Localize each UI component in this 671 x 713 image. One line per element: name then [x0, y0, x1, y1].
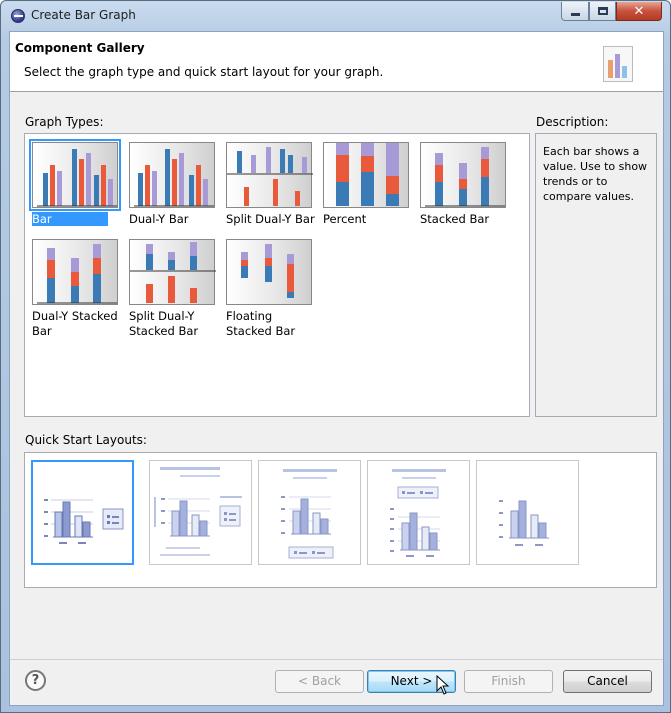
split-dual-y-stacked-bar-chart-icon [129, 239, 216, 305]
close-icon: ✕ [633, 3, 645, 19]
finish-button[interactable]: Finish [464, 670, 553, 693]
dual-y-bar-chart-icon [129, 142, 215, 208]
quick-start-layouts [24, 452, 657, 588]
page-description: Select the graph type and quick start la… [24, 65, 384, 79]
percent-bar-chart-icon [323, 142, 409, 208]
layout-chart-only[interactable] [476, 460, 579, 565]
graph-types-label: Graph Types: [25, 115, 104, 129]
graph-type-label: Stacked Bar [420, 212, 490, 226]
stacked-bar-chart-icon [420, 142, 506, 208]
dialog-body: Component Gallery Select the graph type … [9, 31, 664, 706]
description-label: Description: [536, 115, 609, 129]
split-dual-y-bar-chart-icon [226, 142, 313, 208]
graph-type-label: Split Dual-Y Bar [226, 212, 315, 226]
minimize-icon [570, 12, 580, 16]
maximize-button[interactable] [589, 2, 616, 21]
dual-y-stacked-bar-chart-icon [32, 239, 118, 305]
app-icon [11, 9, 25, 23]
description-text: Each bar shows a value. Use to show tren… [543, 145, 648, 203]
graph-type-label: Dual-Y Stacked Bar [32, 309, 118, 338]
quick-start-label: Quick Start Layouts: [25, 433, 147, 447]
maximize-icon [597, 7, 608, 15]
graph-type-label: Floating Stacked Bar [226, 309, 296, 338]
cancel-button[interactable]: Cancel [563, 670, 652, 693]
layout-title-legend-bottom[interactable] [258, 460, 361, 565]
bar-graph-wizard-icon [603, 46, 633, 82]
layout-legend-right[interactable] [31, 460, 134, 565]
mouse-cursor-icon [436, 675, 450, 695]
close-button[interactable]: ✕ [616, 2, 662, 21]
footer-divider [10, 659, 663, 660]
graph-type-label: Split Dual-Y Stacked Bar [129, 309, 199, 338]
page-title: Component Gallery [15, 41, 145, 55]
title-bar[interactable]: Create Bar Graph ✕ [1, 1, 670, 31]
graph-types-list: Bar Dual-Y Bar Split Dual-Y Bar Percent … [24, 133, 530, 417]
description-panel: Each bar shows a value. Use to show tren… [535, 133, 657, 417]
minimize-button[interactable] [561, 2, 589, 21]
bar-chart-icon [29, 139, 121, 211]
window-title: Create Bar Graph [31, 8, 136, 22]
help-button[interactable]: ? [25, 670, 46, 691]
dialog-window: Create Bar Graph ✕ Component Gallery Sel… [0, 0, 671, 713]
graph-type-label: Bar [32, 212, 108, 226]
graph-type-label: Percent [323, 212, 367, 226]
layout-title-legend-top[interactable] [367, 460, 470, 565]
graph-type-label: Dual-Y Bar [129, 212, 189, 226]
layout-title-legend-right[interactable] [149, 460, 252, 565]
floating-stacked-bar-chart-icon [226, 239, 312, 305]
back-button[interactable]: < Back [275, 670, 364, 693]
header-banner: Component Gallery Select the graph type … [10, 32, 663, 92]
